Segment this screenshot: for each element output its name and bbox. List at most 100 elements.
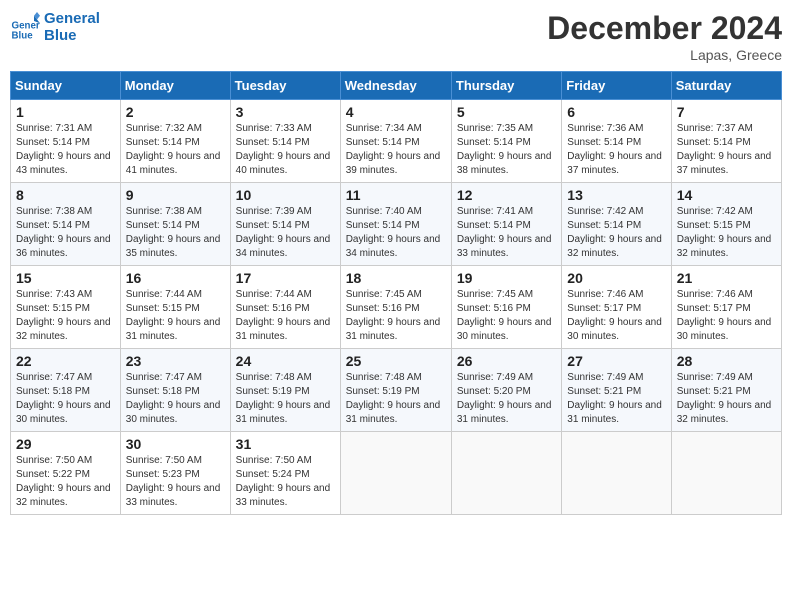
- day-number: 2: [126, 104, 225, 120]
- day-info: Sunrise: 7:49 AMSunset: 5:20 PMDaylight:…: [457, 371, 556, 427]
- svg-text:Blue: Blue: [12, 30, 34, 41]
- calendar-cell: 31Sunrise: 7:50 AMSunset: 5:24 PMDayligh…: [230, 432, 340, 515]
- weekday-header-friday: Friday: [562, 72, 671, 100]
- day-number: 13: [567, 187, 665, 203]
- logo: General Blue General Blue: [10, 10, 100, 44]
- logo-icon: General Blue: [10, 12, 40, 42]
- title-block: December 2024 Lapas, Greece: [547, 10, 782, 63]
- day-info: Sunrise: 7:42 AMSunset: 5:15 PMDaylight:…: [677, 205, 776, 261]
- day-number: 23: [126, 353, 225, 369]
- weekday-header-saturday: Saturday: [671, 72, 781, 100]
- day-number: 24: [236, 353, 335, 369]
- day-info: Sunrise: 7:36 AMSunset: 5:14 PMDaylight:…: [567, 122, 665, 178]
- day-number: 3: [236, 104, 335, 120]
- week-row-3: 15 Sunrise: 7:43 AMSunset: 5:15 PMDayligh…: [11, 266, 782, 349]
- day-info: Sunrise: 7:33 AMSunset: 5:14 PMDaylight:…: [236, 122, 335, 178]
- week-row-4: 22 Sunrise: 7:47 AMSunset: 5:18 PMDayligh…: [11, 349, 782, 432]
- day-number: 27: [567, 353, 665, 369]
- calendar-cell: 19Sunrise: 7:45 AMSunset: 5:16 PMDayligh…: [451, 266, 561, 349]
- day-number: 7: [677, 104, 776, 120]
- calendar-cell: 16 Sunrise: 7:44 AMSunset: 5:15 PMDayligh…: [120, 266, 230, 349]
- day-info: Sunrise: 7:50 AMSunset: 5:22 PMDaylight:…: [16, 454, 115, 510]
- day-number: 8: [16, 187, 115, 203]
- calendar-cell: 24 Sunrise: 7:48 AMSunset: 5:19 PMDayligh…: [230, 349, 340, 432]
- day-info: Sunrise: 7:46 AMSunset: 5:17 PMDaylight:…: [567, 288, 665, 344]
- calendar-cell: 1 Sunrise: 7:31 AMSunset: 5:14 PMDaylight…: [11, 100, 121, 183]
- calendar-cell: 8 Sunrise: 7:38 AMSunset: 5:14 PMDaylight…: [11, 183, 121, 266]
- calendar-cell: 28Sunrise: 7:49 AMSunset: 5:21 PMDayligh…: [671, 349, 781, 432]
- calendar-cell: 15 Sunrise: 7:43 AMSunset: 5:15 PMDayligh…: [11, 266, 121, 349]
- calendar-cell: 25Sunrise: 7:48 AMSunset: 5:19 PMDayligh…: [340, 349, 451, 432]
- calendar-cell: 7 Sunrise: 7:37 AMSunset: 5:14 PMDaylight…: [671, 100, 781, 183]
- day-info: Sunrise: 7:44 AMSunset: 5:16 PMDaylight:…: [236, 288, 335, 344]
- day-number: 31: [236, 436, 335, 452]
- day-number: 22: [16, 353, 115, 369]
- calendar-cell: [671, 432, 781, 515]
- day-number: 28: [677, 353, 776, 369]
- day-number: 10: [236, 187, 335, 203]
- calendar-cell: 6 Sunrise: 7:36 AMSunset: 5:14 PMDaylight…: [562, 100, 671, 183]
- day-info: Sunrise: 7:45 AMSunset: 5:16 PMDaylight:…: [346, 288, 446, 344]
- day-info: Sunrise: 7:44 AMSunset: 5:15 PMDaylight:…: [126, 288, 225, 344]
- day-info: Sunrise: 7:43 AMSunset: 5:15 PMDaylight:…: [16, 288, 115, 344]
- day-info: Sunrise: 7:37 AMSunset: 5:14 PMDaylight:…: [677, 122, 776, 178]
- day-number: 4: [346, 104, 446, 120]
- logo-blue: Blue: [44, 27, 100, 44]
- day-number: 21: [677, 270, 776, 286]
- weekday-header-sunday: Sunday: [11, 72, 121, 100]
- calendar-cell: 22 Sunrise: 7:47 AMSunset: 5:18 PMDayligh…: [11, 349, 121, 432]
- day-number: 20: [567, 270, 665, 286]
- calendar-cell: 23 Sunrise: 7:47 AMSunset: 5:18 PMDayligh…: [120, 349, 230, 432]
- day-info: Sunrise: 7:47 AMSunset: 5:18 PMDaylight:…: [16, 371, 115, 427]
- day-info: Sunrise: 7:50 AMSunset: 5:23 PMDaylight:…: [126, 454, 225, 510]
- day-info: Sunrise: 7:38 AMSunset: 5:14 PMDaylight:…: [126, 205, 225, 261]
- calendar-cell: 29Sunrise: 7:50 AMSunset: 5:22 PMDayligh…: [11, 432, 121, 515]
- day-info: Sunrise: 7:31 AMSunset: 5:14 PMDaylight:…: [16, 122, 115, 178]
- day-number: 1: [16, 104, 115, 120]
- day-info: Sunrise: 7:47 AMSunset: 5:18 PMDaylight:…: [126, 371, 225, 427]
- day-number: 5: [457, 104, 556, 120]
- weekday-header-wednesday: Wednesday: [340, 72, 451, 100]
- day-number: 25: [346, 353, 446, 369]
- calendar-cell: 12 Sunrise: 7:41 AMSunset: 5:14 PMDayligh…: [451, 183, 561, 266]
- calendar-cell: 4 Sunrise: 7:34 AMSunset: 5:14 PMDaylight…: [340, 100, 451, 183]
- day-number: 12: [457, 187, 556, 203]
- day-info: Sunrise: 7:38 AMSunset: 5:14 PMDaylight:…: [16, 205, 115, 261]
- calendar-cell: 26Sunrise: 7:49 AMSunset: 5:20 PMDayligh…: [451, 349, 561, 432]
- calendar-cell: 3 Sunrise: 7:33 AMSunset: 5:14 PMDaylight…: [230, 100, 340, 183]
- day-info: Sunrise: 7:35 AMSunset: 5:14 PMDaylight:…: [457, 122, 556, 178]
- calendar-cell: [340, 432, 451, 515]
- day-number: 19: [457, 270, 556, 286]
- day-number: 11: [346, 187, 446, 203]
- day-info: Sunrise: 7:39 AMSunset: 5:14 PMDaylight:…: [236, 205, 335, 261]
- weekday-header-row: SundayMondayTuesdayWednesdayThursdayFrid…: [11, 72, 782, 100]
- weekday-header-monday: Monday: [120, 72, 230, 100]
- day-info: Sunrise: 7:32 AMSunset: 5:14 PMDaylight:…: [126, 122, 225, 178]
- calendar-cell: 14 Sunrise: 7:42 AMSunset: 5:15 PMDayligh…: [671, 183, 781, 266]
- logo-general: General: [44, 10, 100, 27]
- day-number: 14: [677, 187, 776, 203]
- page-header: General Blue General Blue December 2024 …: [10, 10, 782, 63]
- day-number: 16: [126, 270, 225, 286]
- day-number: 9: [126, 187, 225, 203]
- calendar-cell: 9 Sunrise: 7:38 AMSunset: 5:14 PMDaylight…: [120, 183, 230, 266]
- calendar-cell: 11 Sunrise: 7:40 AMSunset: 5:14 PMDayligh…: [340, 183, 451, 266]
- day-number: 30: [126, 436, 225, 452]
- week-row-1: 1 Sunrise: 7:31 AMSunset: 5:14 PMDaylight…: [11, 100, 782, 183]
- calendar-cell: 17 Sunrise: 7:44 AMSunset: 5:16 PMDayligh…: [230, 266, 340, 349]
- calendar-cell: 20 Sunrise: 7:46 AMSunset: 5:17 PMDayligh…: [562, 266, 671, 349]
- day-number: 6: [567, 104, 665, 120]
- day-info: Sunrise: 7:40 AMSunset: 5:14 PMDaylight:…: [346, 205, 446, 261]
- calendar-cell: 21Sunrise: 7:46 AMSunset: 5:17 PMDayligh…: [671, 266, 781, 349]
- day-info: Sunrise: 7:41 AMSunset: 5:14 PMDaylight:…: [457, 205, 556, 261]
- day-number: 15: [16, 270, 115, 286]
- day-info: Sunrise: 7:34 AMSunset: 5:14 PMDaylight:…: [346, 122, 446, 178]
- calendar-cell: 18Sunrise: 7:45 AMSunset: 5:16 PMDayligh…: [340, 266, 451, 349]
- week-row-2: 8 Sunrise: 7:38 AMSunset: 5:14 PMDaylight…: [11, 183, 782, 266]
- week-row-5: 29Sunrise: 7:50 AMSunset: 5:22 PMDayligh…: [11, 432, 782, 515]
- weekday-header-thursday: Thursday: [451, 72, 561, 100]
- day-number: 17: [236, 270, 335, 286]
- day-info: Sunrise: 7:48 AMSunset: 5:19 PMDaylight:…: [236, 371, 335, 427]
- calendar-cell: 30 Sunrise: 7:50 AMSunset: 5:23 PMDayligh…: [120, 432, 230, 515]
- calendar-cell: [562, 432, 671, 515]
